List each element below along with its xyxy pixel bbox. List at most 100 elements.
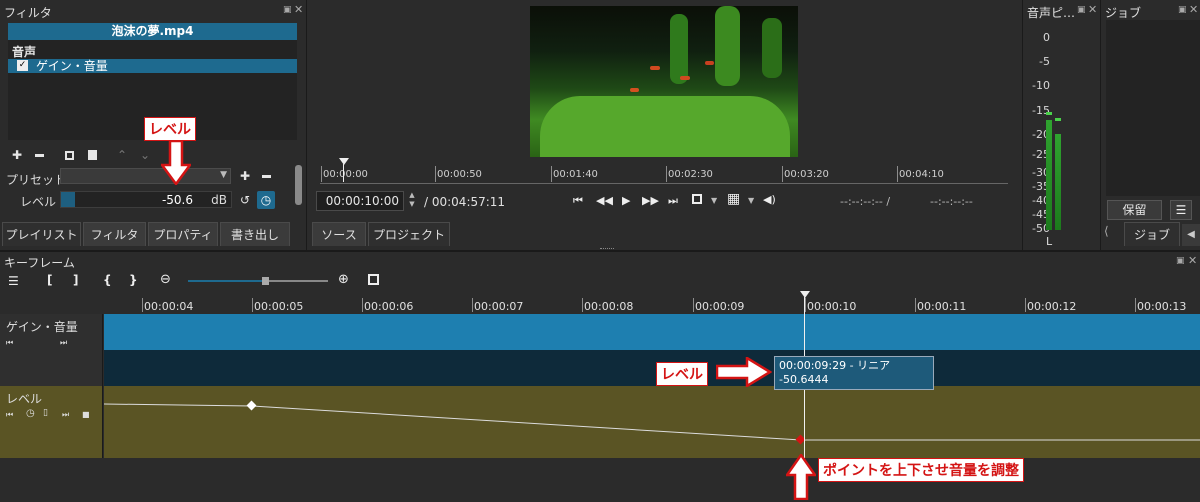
keyframes-menu-button[interactable]: ☰: [8, 274, 19, 288]
current-time-field[interactable]: 00:00:10:00: [316, 191, 404, 211]
rewind-button[interactable]: ◀◀: [596, 194, 613, 207]
minus-icon: [261, 174, 271, 178]
ruler-label: 00:00:09: [695, 300, 745, 313]
zoom-out-icon[interactable]: ⊖: [160, 272, 171, 287]
panel-divider[interactable]: [306, 0, 307, 250]
player-playhead[interactable]: [339, 158, 349, 165]
ruler-tick: [252, 298, 253, 312]
close-icon[interactable]: ✕: [1188, 254, 1197, 267]
panel-scrollbar[interactable]: [295, 165, 302, 205]
set-filter-in-button[interactable]: {: [103, 273, 112, 287]
copy-filter-button[interactable]: [60, 146, 78, 164]
grid-button[interactable]: ▦: [727, 191, 740, 207]
tab-jobs[interactable]: ジョブ: [1124, 222, 1180, 246]
float-icon[interactable]: ▣: [283, 5, 292, 15]
annotation-label-bottom: ポイントを上下させ音量を調整: [818, 458, 1024, 482]
paste-filter-button[interactable]: [83, 146, 101, 164]
ruler-label: 00:04:10: [899, 169, 944, 180]
current-time: 00:00:10:00: [325, 194, 399, 208]
tab-properties[interactable]: プロパティ: [148, 222, 218, 246]
trash-icon[interactable]: ▯: [43, 408, 48, 418]
tab-scroll-left[interactable]: ⟨: [1104, 224, 1109, 238]
set-in-button[interactable]: [: [47, 273, 52, 287]
enable-checkbox[interactable]: ✓: [17, 60, 28, 71]
jobs-title: ジョブ: [1105, 6, 1142, 20]
tab-scroll-right[interactable]: ◀: [1182, 224, 1200, 246]
zoom-slider-handle[interactable]: [262, 277, 269, 285]
close-icon[interactable]: ✕: [1189, 3, 1198, 16]
keyframe-playhead[interactable]: [800, 291, 810, 298]
skip-next-button[interactable]: ⏭: [668, 194, 678, 208]
preset-select[interactable]: ▼: [60, 168, 231, 184]
meter-track-left: [1046, 30, 1052, 230]
remove-filter-button[interactable]: [30, 146, 48, 164]
ruler-label: 00:00:08: [584, 300, 634, 313]
volume-icon[interactable]: ◀): [763, 193, 776, 206]
track-header-gain[interactable]: ゲイン・音量 ⏮ ⏭: [0, 314, 103, 386]
total-time: / 00:04:57:11: [424, 195, 506, 209]
fast-forward-button[interactable]: ▶▶: [642, 194, 659, 207]
skip-previous-button[interactable]: ⏮: [573, 194, 583, 208]
tab-filters[interactable]: フィルタ: [83, 222, 146, 246]
tab-project[interactable]: プロジェクト: [368, 222, 450, 246]
filter-list-item[interactable]: ✓ ゲイン・音量: [8, 59, 297, 73]
plant-shape: [540, 96, 790, 157]
clip-bar[interactable]: [104, 314, 1200, 350]
paste-icon: [87, 150, 97, 160]
chevron-down-icon[interactable]: ▼: [748, 196, 754, 205]
play-button[interactable]: ▶: [622, 194, 630, 207]
float-icon[interactable]: ▣: [1077, 5, 1086, 15]
time-spinner[interactable]: ▲ ▼: [406, 191, 418, 211]
jobs-list: [1106, 20, 1200, 196]
ruler-tick: [142, 298, 143, 312]
annotation-arrow-down: [161, 141, 191, 185]
chevron-down-icon[interactable]: ▼: [711, 196, 717, 205]
filter-item-label: ゲイン・音量: [36, 59, 108, 73]
reset-level-button[interactable]: ↺: [236, 191, 254, 209]
jobs-menu-button[interactable]: ☰: [1170, 200, 1192, 220]
ruler-label: 00:00:50: [437, 169, 482, 180]
level-label: レベル: [20, 195, 57, 209]
move-down-button[interactable]: ⌄: [136, 146, 154, 164]
level-slider[interactable]: -50.6 dB: [60, 191, 232, 208]
add-filter-button[interactable]: ✚: [8, 146, 26, 164]
level-unit: dB: [211, 193, 227, 207]
next-keyframe-icon[interactable]: ⏭: [62, 410, 69, 420]
fish-shape: [650, 66, 660, 70]
panel-divider[interactable]: [1100, 0, 1101, 250]
tab-filters-label: フィルタ: [90, 228, 139, 242]
ruler-label: 00:02:30: [668, 169, 713, 180]
ruler-tick: [897, 166, 898, 182]
fish-shape: [705, 61, 714, 65]
tab-source[interactable]: ソース: [312, 222, 366, 246]
delete-preset-button[interactable]: [257, 167, 275, 185]
close-icon[interactable]: ✕: [294, 3, 303, 16]
filter-panel-title: フィルタ: [4, 6, 52, 20]
zoom-in-icon[interactable]: ⊕: [338, 272, 349, 287]
panel-divider[interactable]: [1022, 0, 1023, 250]
save-preset-button[interactable]: ✚: [236, 167, 254, 185]
zoom-fit-button[interactable]: [692, 194, 702, 204]
float-icon[interactable]: ▣: [1176, 256, 1185, 266]
stopwatch-icon[interactable]: ◷: [26, 408, 35, 419]
ruler-tick: [362, 298, 363, 312]
zoom-slider[interactable]: [188, 277, 328, 285]
move-up-button[interactable]: ⌃: [113, 146, 131, 164]
prev-keyframe-icon[interactable]: ⏮: [6, 410, 13, 420]
level-track-area[interactable]: [104, 386, 1200, 458]
keyframe-toggle-button[interactable]: ◷: [257, 191, 275, 209]
tab-project-label: プロジェクト: [372, 228, 445, 242]
tab-export[interactable]: 書き出し: [220, 222, 290, 246]
prev-keyframe-icon[interactable]: ⏮: [6, 338, 13, 348]
pause-jobs-button[interactable]: 保留: [1107, 200, 1162, 220]
add-keyframe-icon[interactable]: ■: [82, 410, 90, 419]
float-icon[interactable]: ▣: [1178, 5, 1187, 15]
set-out-button[interactable]: ]: [73, 273, 78, 287]
close-icon[interactable]: ✕: [1088, 3, 1097, 16]
set-filter-out-button[interactable]: }: [129, 273, 138, 287]
stopwatch-icon: ◷: [260, 193, 272, 207]
tab-playlist[interactable]: プレイリスト: [2, 222, 81, 246]
zoom-fit-icon[interactable]: [368, 274, 379, 285]
track-header-level[interactable]: レベル ⏮ ◷ ▯ ⏭ ■: [0, 386, 103, 458]
next-keyframe-icon[interactable]: ⏭: [60, 338, 67, 348]
